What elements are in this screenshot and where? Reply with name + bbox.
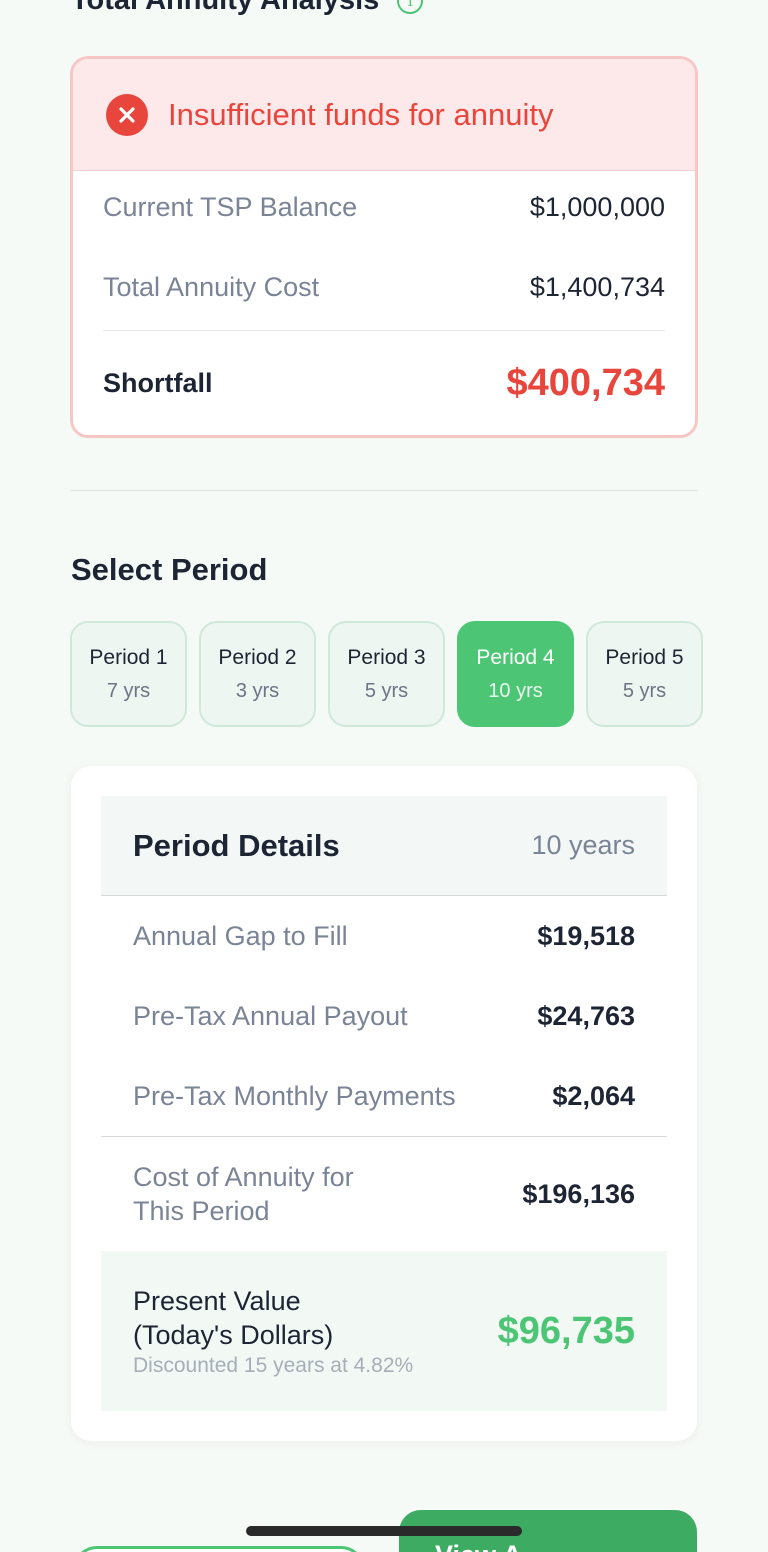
monthly-payments-row: Pre-Tax Monthly Payments $2,064 xyxy=(101,1056,667,1136)
tsp-balance-label: Current TSP Balance xyxy=(103,192,358,222)
present-value-note: Discounted 15 years at 4.82% xyxy=(133,1354,414,1377)
annuity-cost-row: Total Annuity Cost $1,400,734 xyxy=(103,272,665,303)
monthly-payments-value: $2,064 xyxy=(552,1080,635,1111)
tsp-balance-value: $1,000,000 xyxy=(529,192,665,222)
period-name: Period 5 xyxy=(605,645,684,669)
period-option-1[interactable]: Period 1 7 yrs xyxy=(70,621,187,727)
section-title: Total Annuity Analysis i xyxy=(71,0,424,17)
present-value-label-group: Present Value (Today's Dollars) Discount… xyxy=(133,1284,413,1378)
annuity-cost-label: Total Annuity Cost xyxy=(103,272,320,302)
annual-gap-row: Annual Gap to Fill $19,518 xyxy=(101,896,667,976)
period-name: Period 3 xyxy=(347,645,426,669)
view-annuity-button-label: View A xyxy=(435,1540,522,1552)
shortfall-value: $400,734 xyxy=(506,362,666,404)
period-name: Period 1 xyxy=(89,645,168,669)
period-details-card: Period Details 10 years Annual Gap to Fi… xyxy=(71,766,697,1441)
annual-payout-value: $24,763 xyxy=(537,1000,635,1031)
period-years: 7 yrs xyxy=(106,679,151,702)
annuity-cost-period-row: Cost of Annuity for This Period $196,136 xyxy=(101,1137,667,1251)
home-indicator xyxy=(246,1526,522,1536)
period-name: Period 2 xyxy=(218,645,297,669)
pv-label-line1: Present Value xyxy=(133,1286,301,1316)
annual-payout-row: Pre-Tax Annual Payout $24,763 xyxy=(101,976,667,1056)
period-years: 10 yrs xyxy=(488,679,543,702)
annuity-cost-period-label: Cost of Annuity for This Period xyxy=(133,1160,354,1228)
monthly-payments-label: Pre-Tax Monthly Payments xyxy=(133,1080,456,1111)
period-years: 5 yrs xyxy=(364,679,409,702)
annuity-cost-period-value: $196,136 xyxy=(522,1178,635,1209)
period-details-title: Period Details xyxy=(133,827,340,863)
annuity-cost-value: $1,400,734 xyxy=(529,272,665,302)
period-option-2[interactable]: Period 2 3 yrs xyxy=(199,621,316,727)
section-title-text: Total Annuity Analysis xyxy=(71,0,380,16)
insufficient-funds-alert: Insufficient funds for annuity Current T… xyxy=(70,56,698,438)
period-years: 5 yrs xyxy=(622,679,667,702)
present-value-box: Present Value (Today's Dollars) Discount… xyxy=(101,1251,667,1411)
annuity-analysis-screen: Total Annuity Analysis i Insufficient fu… xyxy=(0,0,768,1552)
present-value-amount: $96,735 xyxy=(497,1309,635,1352)
period-option-4[interactable]: Period 4 10 yrs xyxy=(457,621,574,727)
shortfall-label: Shortfall xyxy=(103,368,213,398)
secondary-button[interactable] xyxy=(73,1546,365,1552)
shortfall-row: Shortfall $400,734 xyxy=(103,362,665,405)
cost-label-line2: This Period xyxy=(133,1196,270,1226)
section-divider xyxy=(71,490,698,491)
period-name: Period 4 xyxy=(476,645,555,669)
select-period-title: Select Period xyxy=(71,552,268,587)
alert-divider xyxy=(103,330,665,331)
period-details-header: Period Details 10 years xyxy=(101,796,667,896)
period-selector: Period 1 7 yrs Period 2 3 yrs Period 3 5… xyxy=(70,621,703,727)
error-x-icon xyxy=(106,93,148,136)
period-years: 3 yrs xyxy=(235,679,280,702)
period-details-years: 10 years xyxy=(531,830,635,860)
annual-gap-value: $19,518 xyxy=(537,920,635,951)
annual-gap-label: Annual Gap to Fill xyxy=(133,920,348,951)
period-option-3[interactable]: Period 3 5 yrs xyxy=(328,621,445,727)
tsp-balance-row: Current TSP Balance $1,000,000 xyxy=(103,192,665,223)
cost-label-line1: Cost of Annuity for xyxy=(133,1162,354,1192)
annual-payout-label: Pre-Tax Annual Payout xyxy=(133,1000,408,1031)
alert-header: Insufficient funds for annuity xyxy=(73,59,695,171)
period-option-5[interactable]: Period 5 5 yrs xyxy=(586,621,703,727)
alert-title: Insufficient funds for annuity xyxy=(168,96,554,132)
present-value-label: Present Value (Today's Dollars) xyxy=(133,1284,413,1352)
info-icon[interactable]: i xyxy=(397,0,424,14)
pv-label-line2: (Today's Dollars) xyxy=(133,1320,334,1350)
